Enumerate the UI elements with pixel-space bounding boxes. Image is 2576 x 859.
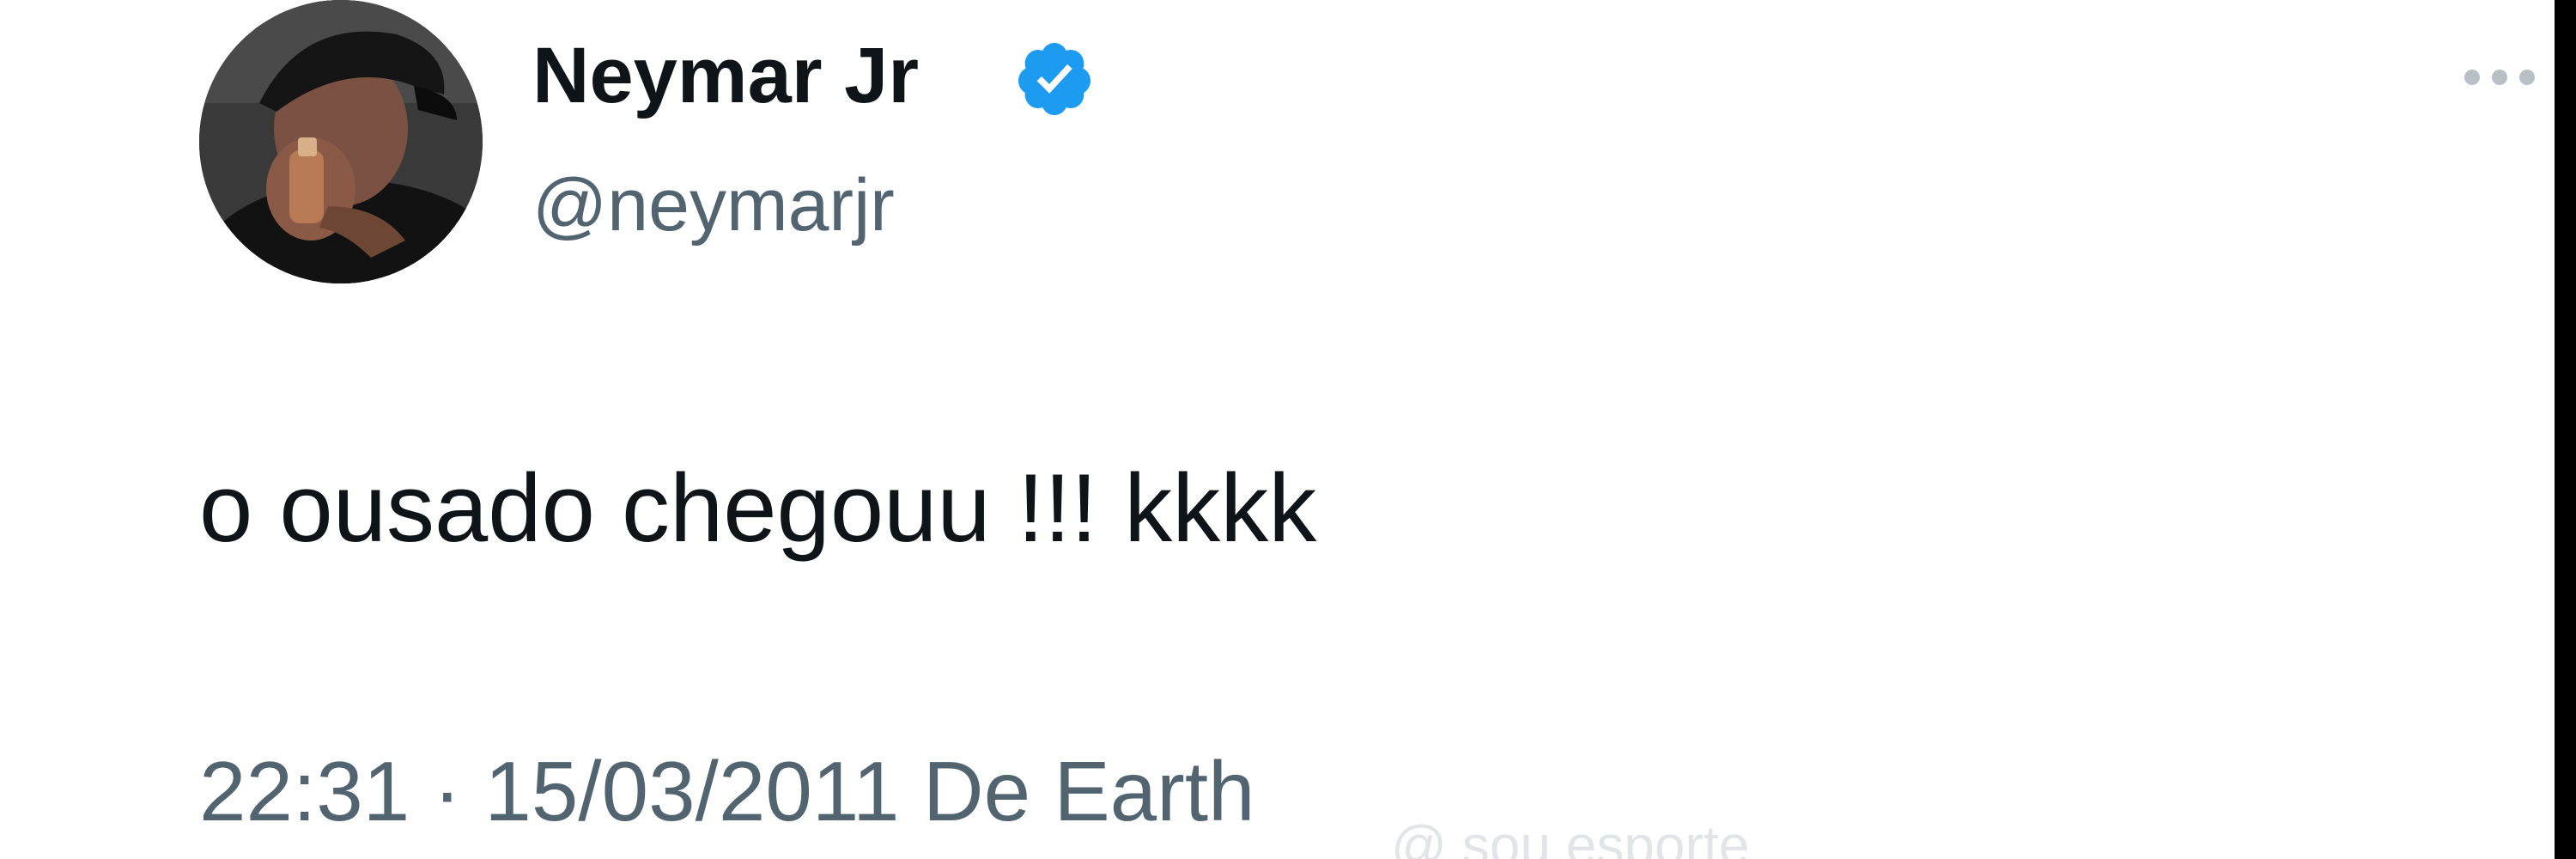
avatar[interactable] [199,0,483,283]
tweet-text: o ousado chegouu !!! kkkk [199,454,1317,562]
more-options-icon[interactable] [2464,62,2555,93]
more-dot [2492,70,2507,85]
tweet-time: 22:31 [199,744,410,838]
verified-badge-icon [1018,43,1091,115]
timestamp-separator: · [433,744,462,838]
avatar-photo [199,0,483,283]
more-dot [2464,70,2480,85]
tweet-date: 15/03/2011 [484,744,900,838]
watermark-text: @ sou esporte [1391,814,1749,859]
tweet-card: Neymar Jr @neymarjr o ousado chegouu !!!… [0,0,2555,859]
watermark: @ sou esporte [1391,814,1749,859]
tweet-timestamp[interactable]: 22:31 · 15/03/2011 De Earth [199,749,1255,833]
more-dot [2519,70,2535,85]
tweet-source: De Earth [922,744,1255,838]
display-name[interactable]: Neymar Jr [532,36,919,115]
user-handle[interactable]: @neymarjr [532,168,895,242]
